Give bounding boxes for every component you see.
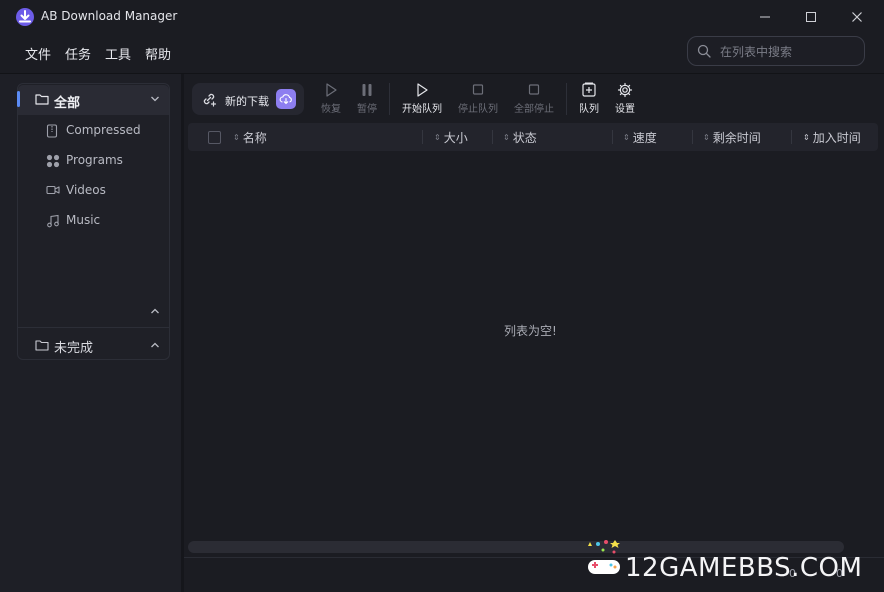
stop-all-button[interactable]: 全部停止 bbox=[510, 82, 558, 116]
category-all-label: 全部 bbox=[54, 96, 81, 111]
sort-icon: ⇕ bbox=[703, 133, 710, 142]
pause-label: 暂停 bbox=[357, 104, 377, 115]
maximize-icon bbox=[806, 12, 816, 22]
stop-queue-label: 停止队列 bbox=[458, 104, 498, 115]
sort-icon: ⇕ bbox=[503, 133, 510, 142]
stop-icon bbox=[528, 84, 540, 95]
minimize-button[interactable] bbox=[742, 4, 788, 30]
toolbar-divider bbox=[566, 83, 567, 115]
sidebar-item-label: Music bbox=[66, 213, 101, 227]
sort-icon: ⇕ bbox=[434, 133, 441, 142]
new-download-button[interactable]: 新的下载 bbox=[225, 93, 269, 109]
empty-list-message: 列表为空! bbox=[504, 324, 557, 338]
resume-label: 恢复 bbox=[321, 104, 341, 115]
queues-button[interactable]: 队列 bbox=[576, 82, 602, 116]
music-icon bbox=[47, 214, 59, 228]
column-divider[interactable] bbox=[612, 130, 613, 144]
sidebar-item-videos[interactable]: Videos bbox=[46, 180, 166, 202]
sidebar-item-label: Videos bbox=[66, 183, 106, 197]
start-queue-button[interactable]: 开始队列 bbox=[398, 82, 446, 116]
minimize-icon bbox=[760, 16, 770, 18]
chevron-up-icon[interactable] bbox=[150, 341, 160, 349]
menu-file[interactable]: 文件 bbox=[25, 44, 51, 63]
search-box bbox=[687, 36, 865, 66]
add-link-icon bbox=[203, 93, 217, 107]
maximize-button[interactable] bbox=[788, 4, 834, 30]
category-unfinished-row[interactable]: 未完成 bbox=[18, 331, 169, 359]
sort-desc-icon: ⇕ bbox=[803, 133, 810, 142]
folder-icon bbox=[35, 94, 49, 105]
column-divider[interactable] bbox=[791, 130, 792, 144]
menu-help[interactable]: 帮助 bbox=[145, 44, 171, 63]
gamepad-watermark-icon bbox=[588, 540, 620, 574]
category-unfinished-label: 未完成 bbox=[54, 341, 94, 356]
queues-label: 队列 bbox=[579, 104, 599, 115]
apps-icon bbox=[46, 154, 60, 168]
settings-button[interactable]: 设置 bbox=[612, 82, 638, 116]
app-title: AB Download Manager bbox=[41, 9, 178, 23]
cloud-download-icon bbox=[279, 94, 292, 105]
stop-queue-button[interactable]: 停止队列 bbox=[454, 82, 502, 116]
close-button[interactable] bbox=[834, 4, 880, 30]
pause-button[interactable]: 暂停 bbox=[353, 82, 381, 116]
title-bar: AB Download Manager bbox=[0, 0, 884, 34]
column-header-date-added[interactable]: ⇕ 加入时间 bbox=[803, 129, 861, 146]
column-header-size[interactable]: ⇕ 大小 bbox=[434, 129, 468, 146]
sidebar-item-label: Compressed bbox=[66, 123, 141, 137]
sort-icon: ⇕ bbox=[233, 133, 240, 142]
sidebar-resize-handle[interactable] bbox=[181, 74, 184, 592]
close-icon bbox=[852, 12, 862, 22]
gear-icon bbox=[617, 82, 633, 98]
sort-icon: ⇕ bbox=[623, 133, 630, 142]
column-divider[interactable] bbox=[492, 130, 493, 144]
start-queue-label: 开始队列 bbox=[402, 104, 442, 115]
column-divider[interactable] bbox=[692, 130, 693, 144]
video-icon bbox=[46, 185, 60, 195]
column-header-name[interactable]: ⇕ 名称 bbox=[233, 129, 267, 146]
app-logo-icon bbox=[16, 8, 34, 26]
resume-button[interactable]: 恢复 bbox=[317, 82, 345, 116]
archive-icon bbox=[46, 124, 58, 138]
column-header-label: 名称 bbox=[242, 131, 267, 145]
queue-icon bbox=[582, 82, 596, 97]
stop-all-label: 全部停止 bbox=[514, 104, 554, 115]
menu-tasks[interactable]: 任务 bbox=[65, 44, 91, 63]
stop-icon bbox=[472, 84, 484, 95]
pause-icon bbox=[362, 84, 372, 96]
column-header-label: 剩余时间 bbox=[712, 131, 761, 145]
sidebar-item-music[interactable]: Music bbox=[46, 210, 166, 232]
horizontal-scrollbar[interactable] bbox=[188, 541, 844, 553]
search-icon bbox=[697, 44, 711, 58]
menu-tools[interactable]: 工具 bbox=[105, 44, 131, 63]
column-header-speed[interactable]: ⇕ 速度 bbox=[623, 129, 657, 146]
column-header-label: 大小 bbox=[443, 131, 468, 145]
select-all-checkbox[interactable] bbox=[208, 131, 221, 144]
folder-icon bbox=[35, 340, 49, 351]
search-input[interactable] bbox=[718, 42, 858, 62]
chevron-down-icon[interactable] bbox=[150, 95, 160, 103]
sidebar-item-programs[interactable]: Programs bbox=[46, 150, 166, 172]
column-divider[interactable] bbox=[422, 130, 423, 144]
column-header-label: 状态 bbox=[512, 131, 537, 145]
settings-label: 设置 bbox=[615, 104, 635, 115]
column-header-time-left[interactable]: ⇕ 剩余时间 bbox=[703, 129, 761, 146]
sidebar-item-compressed[interactable]: Compressed bbox=[46, 120, 166, 142]
column-header-label: 加入时间 bbox=[812, 131, 861, 145]
cloud-download-button[interactable] bbox=[276, 89, 296, 109]
column-header-label: 速度 bbox=[632, 131, 657, 145]
play-icon bbox=[417, 83, 428, 97]
column-header-status[interactable]: ⇕ 状态 bbox=[503, 129, 537, 146]
category-divider bbox=[18, 327, 169, 328]
toolbar-divider bbox=[389, 83, 390, 115]
sidebar-item-label: Programs bbox=[66, 153, 123, 167]
play-icon bbox=[326, 83, 337, 97]
chevron-up-icon[interactable] bbox=[150, 307, 160, 315]
watermark-text: 12GAMEBBS.COM bbox=[625, 553, 863, 583]
active-indicator bbox=[17, 91, 20, 107]
